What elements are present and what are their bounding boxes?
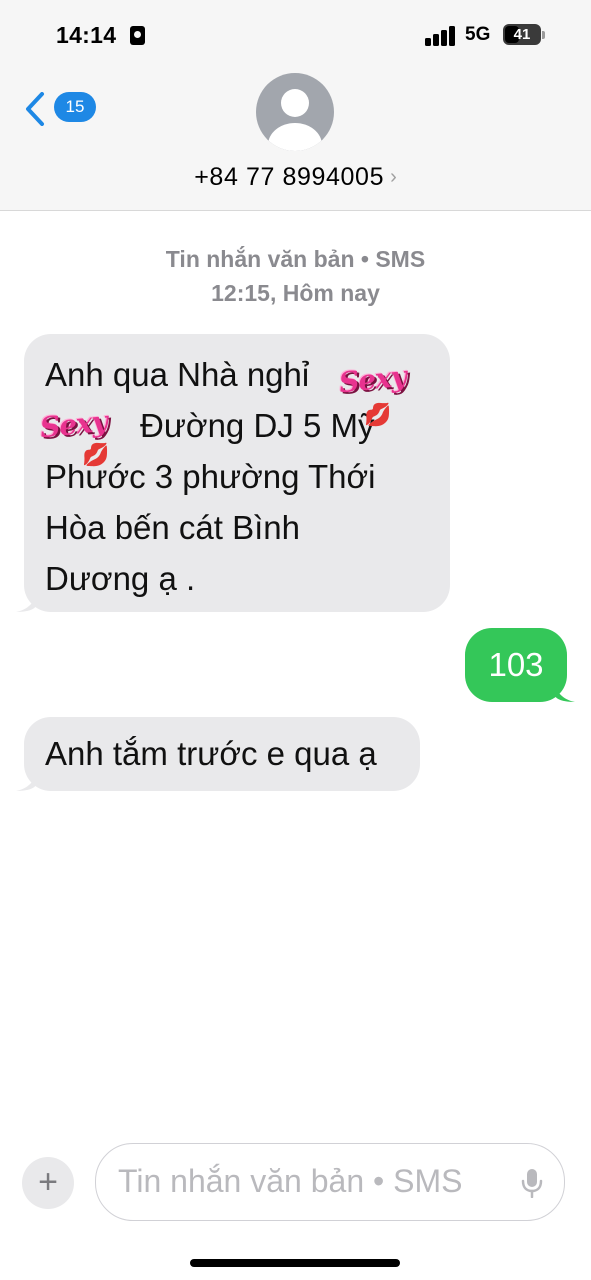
thread-timestamp: 12:15, Hôm nay (211, 280, 380, 306)
bubble-tail (555, 684, 575, 702)
lips-sticker-icon: 💋 (82, 442, 110, 467)
conversation-header: 14:14 5G 41 15 +84 77 8994005 › (0, 0, 591, 211)
battery-icon: 41 (503, 24, 541, 45)
contact-name-button[interactable]: +84 77 8994005 › (0, 163, 591, 192)
home-indicator[interactable] (190, 1259, 400, 1267)
message-input-placeholder: Tin nhắn văn bản • SMS (118, 1163, 463, 1199)
lips-sticker-icon: 💋 (364, 402, 392, 427)
message-line: Anh qua Nhà nghỉ (45, 356, 310, 393)
focus-lock-icon (130, 26, 145, 45)
message-line: Hòa bến cát Bình (45, 509, 301, 546)
outgoing-message-bubble[interactable]: 103 (465, 628, 567, 702)
message-line: Dương ạ . (45, 560, 196, 597)
microphone-icon[interactable] (521, 1168, 543, 1198)
add-attachment-button[interactable]: + (22, 1157, 74, 1209)
service-label: Tin nhắn văn bản • SMS (165, 246, 426, 272)
contact-avatar[interactable] (256, 73, 334, 151)
bubble-tail (16, 773, 36, 791)
signal-strength-icon (425, 24, 457, 46)
back-button[interactable]: 15 (24, 88, 104, 130)
message-text: Anh tắm trước e qua ạ (45, 735, 377, 772)
status-time: 14:14 (56, 22, 117, 48)
network-type: 5G (465, 24, 491, 45)
person-silhouette-icon (268, 89, 322, 151)
message-text: 103 (488, 646, 544, 683)
incoming-message-bubble[interactable]: Anh qua Nhà nghỉ Đường DJ 5 Mỹ Phước 3 p… (24, 334, 450, 612)
chevron-left-icon (26, 92, 44, 126)
chevron-right-icon: › (390, 166, 397, 188)
contact-name: +84 77 8994005 (194, 163, 385, 191)
bubble-tail (16, 594, 36, 612)
battery-nub (542, 31, 545, 39)
message-input[interactable]: Tin nhắn văn bản • SMS (95, 1143, 565, 1221)
unread-count-badge: 15 (54, 92, 96, 122)
incoming-message-bubble[interactable]: Anh tắm trước e qua ạ (24, 717, 420, 791)
battery-level: 41 (513, 26, 531, 43)
